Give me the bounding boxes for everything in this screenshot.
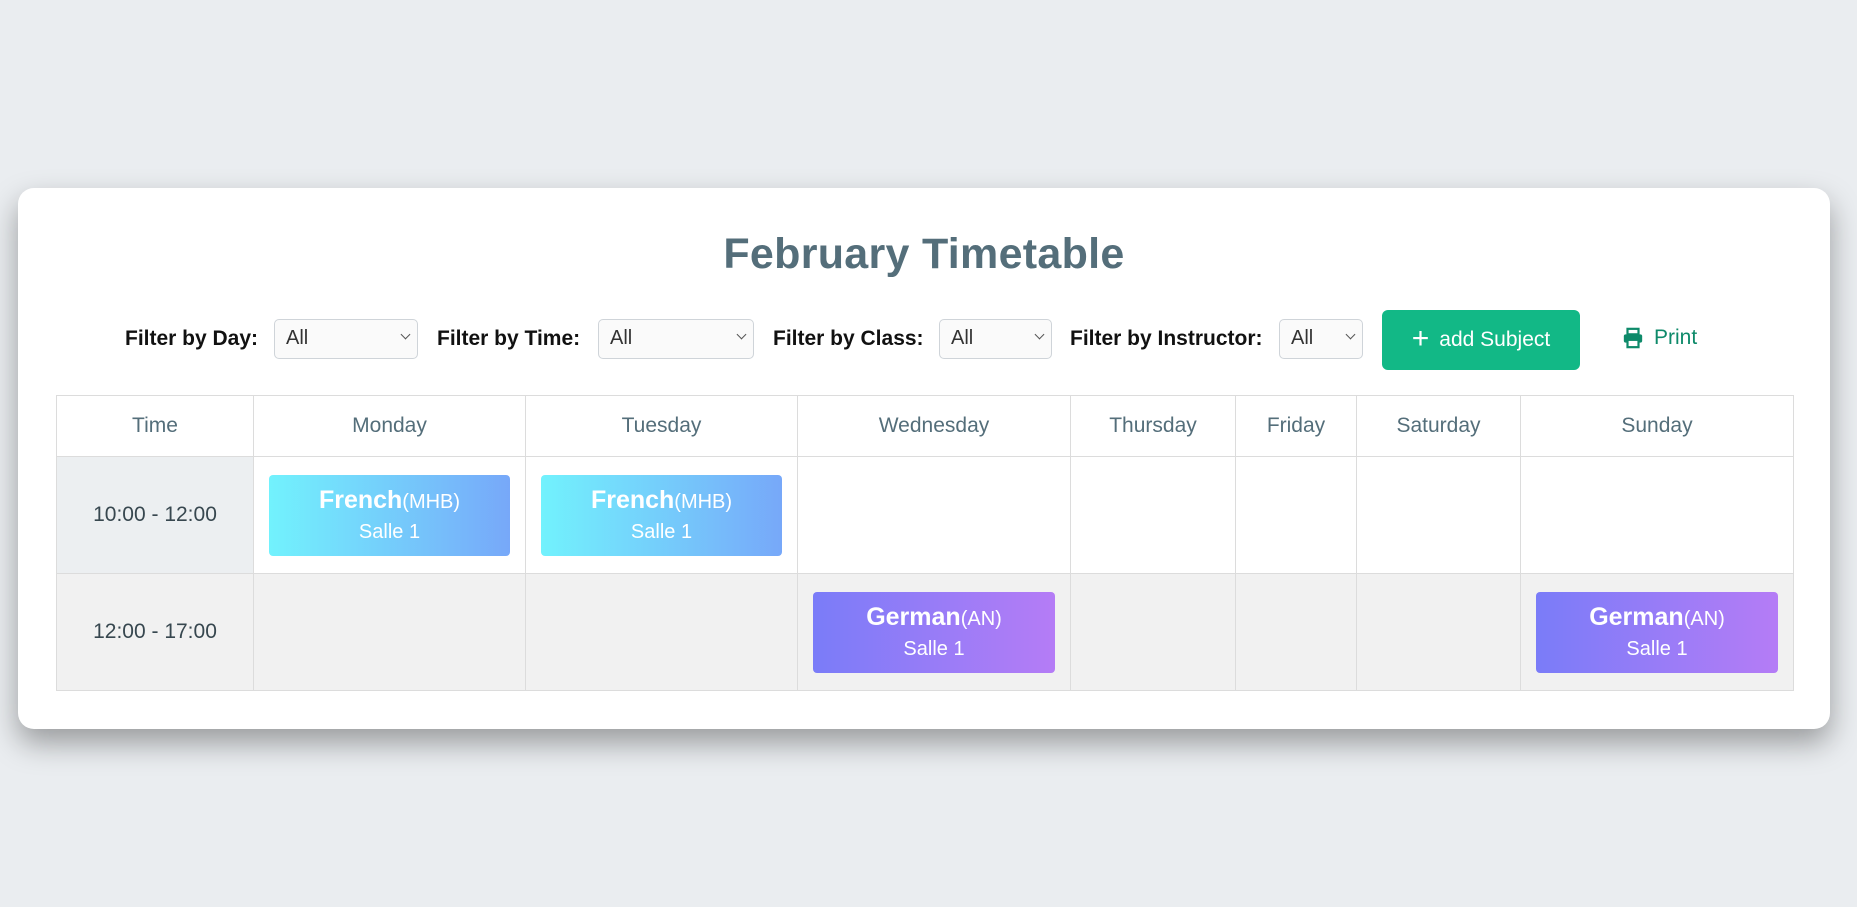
cell-friday xyxy=(1235,456,1357,574)
subject-slot[interactable]: German(AN) Salle 1 xyxy=(813,591,1055,673)
filter-time-label: Filter by Time: xyxy=(437,327,581,350)
time-cell: 12:00 - 17:00 xyxy=(56,573,254,691)
filter-time-value: All xyxy=(610,327,633,349)
slot-subject: French xyxy=(318,486,403,514)
chevron-down-icon xyxy=(1034,329,1045,340)
print-button[interactable]: Print xyxy=(1622,326,1697,350)
cell-sunday: German(AN) Salle 1 xyxy=(1520,573,1794,691)
filter-instructor-label: Filter by Instructor: xyxy=(1070,327,1263,350)
cell-wednesday: German(AN) Salle 1 xyxy=(797,573,1071,691)
header-friday: Friday xyxy=(1235,395,1357,457)
slot-room: Salle 1 xyxy=(630,521,693,543)
slot-title: German(AN) xyxy=(1589,603,1725,632)
slot-subject: French xyxy=(590,486,675,514)
time-cell: 10:00 - 12:00 xyxy=(56,456,254,574)
cell-friday xyxy=(1235,573,1357,691)
chevron-down-icon xyxy=(400,329,411,340)
table-row: 12:00 - 17:00 German(AN) Salle 1 German(… xyxy=(56,573,1794,691)
cell-tuesday: French(MHB) Salle 1 xyxy=(525,456,798,574)
subject-slot[interactable]: German(AN) Salle 1 xyxy=(1536,591,1778,673)
filter-class-value: All xyxy=(951,327,974,349)
filter-day-select[interactable]: All xyxy=(274,319,418,359)
cell-monday xyxy=(253,573,526,691)
table-row: 10:00 - 12:00 French(MHB) Salle 1 French… xyxy=(56,456,1794,574)
slot-title: German(AN) xyxy=(866,603,1002,632)
cell-sunday xyxy=(1520,456,1794,574)
subject-slot[interactable]: French(MHB) Salle 1 xyxy=(269,474,510,556)
slot-room: Salle 1 xyxy=(903,638,965,660)
add-subject-label: add Subject xyxy=(1439,328,1551,351)
chevron-down-icon xyxy=(736,329,747,340)
cell-monday: French(MHB) Salle 1 xyxy=(253,456,526,574)
header-thursday: Thursday xyxy=(1070,395,1236,457)
chevron-down-icon xyxy=(1345,329,1356,340)
cell-thursday xyxy=(1070,573,1236,691)
filter-class-label: Filter by Class: xyxy=(773,327,924,350)
slot-instructor: (AN) xyxy=(960,608,1002,630)
filter-instructor-value: All xyxy=(1291,327,1314,349)
add-subject-button[interactable]: + add Subject xyxy=(1382,310,1580,370)
cell-thursday xyxy=(1070,456,1236,574)
slot-room: Salle 1 xyxy=(1626,638,1688,660)
slot-title: French(MHB) xyxy=(591,486,732,515)
header-wednesday: Wednesday xyxy=(797,395,1071,457)
filter-time-select[interactable]: All xyxy=(598,319,754,359)
page-title: February Timetable xyxy=(723,230,1125,278)
filter-day-value: All xyxy=(286,327,309,349)
slot-instructor: (MHB) xyxy=(674,491,733,513)
header-row: Time Monday Tuesday Wednesday Thursday F… xyxy=(56,395,1794,457)
plus-icon: + xyxy=(1411,321,1430,355)
timetable-card: February Timetable Filter by Day: All Fi… xyxy=(18,188,1830,729)
slot-instructor: (MHB) xyxy=(402,491,461,513)
cell-saturday xyxy=(1356,456,1521,574)
slot-subject: German xyxy=(866,603,961,631)
cell-tuesday xyxy=(525,573,798,691)
header-sunday: Sunday xyxy=(1520,395,1794,457)
timetable-grid: Time Monday Tuesday Wednesday Thursday F… xyxy=(56,395,1794,691)
slot-instructor: (AN) xyxy=(1683,608,1725,630)
filter-instructor-select[interactable]: All xyxy=(1279,319,1363,359)
header-time: Time xyxy=(56,395,254,457)
header-tuesday: Tuesday xyxy=(525,395,798,457)
header-saturday: Saturday xyxy=(1356,395,1521,457)
filter-day-label: Filter by Day: xyxy=(125,327,259,350)
cell-wednesday xyxy=(797,456,1071,574)
slot-title: French(MHB) xyxy=(319,486,460,515)
slot-room: Salle 1 xyxy=(358,521,421,543)
printer-icon xyxy=(1623,327,1643,349)
print-label: Print xyxy=(1654,326,1698,349)
subject-slot[interactable]: French(MHB) Salle 1 xyxy=(541,474,782,556)
filter-bar: Filter by Day: All Filter by Time: All F… xyxy=(18,310,1830,370)
header-monday: Monday xyxy=(253,395,526,457)
filter-class-select[interactable]: All xyxy=(939,319,1052,359)
slot-subject: German xyxy=(1589,603,1684,631)
cell-saturday xyxy=(1356,573,1521,691)
